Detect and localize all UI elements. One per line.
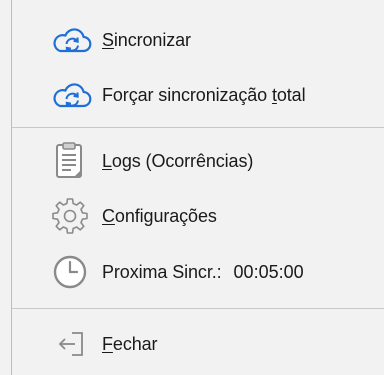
menu-item-label: Sincronizar: [102, 29, 191, 50]
menu-separator: [12, 308, 384, 309]
clock-icon: [50, 252, 94, 292]
menu-item-proxima-sincronizacao: Proxima Sincr.: 00:05:00: [50, 252, 304, 292]
menu-item-label: Logs (Ocorrências): [102, 150, 254, 171]
cloud-sync-icon: [50, 75, 94, 115]
context-menu: Sincronizar Forçar sincronização total L…: [0, 0, 384, 375]
gear-icon: [50, 196, 94, 236]
menu-item-logs[interactable]: Logs (Ocorrências): [50, 141, 253, 181]
menu-item-fechar[interactable]: Fechar: [50, 324, 158, 364]
menu-item-forcar-sincronizacao-total[interactable]: Forçar sincronização total: [50, 75, 306, 115]
clipboard-icon: [50, 141, 94, 181]
next-sync-label: Proxima Sincr.:: [102, 261, 222, 282]
menu-item-label: Configurações: [102, 205, 217, 226]
menu-gutter-line: [11, 0, 12, 375]
menu-item-label: Fechar: [102, 333, 158, 354]
cloud-sync-icon: [50, 20, 94, 60]
menu-item-configuracoes[interactable]: Configurações: [50, 196, 217, 236]
exit-arrow-icon: [50, 324, 94, 364]
next-sync-time: 00:05:00: [233, 261, 304, 282]
menu-item-label: Forçar sincronização total: [102, 84, 306, 105]
menu-separator: [12, 127, 384, 128]
menu-item-sincronizar[interactable]: Sincronizar: [50, 20, 191, 60]
